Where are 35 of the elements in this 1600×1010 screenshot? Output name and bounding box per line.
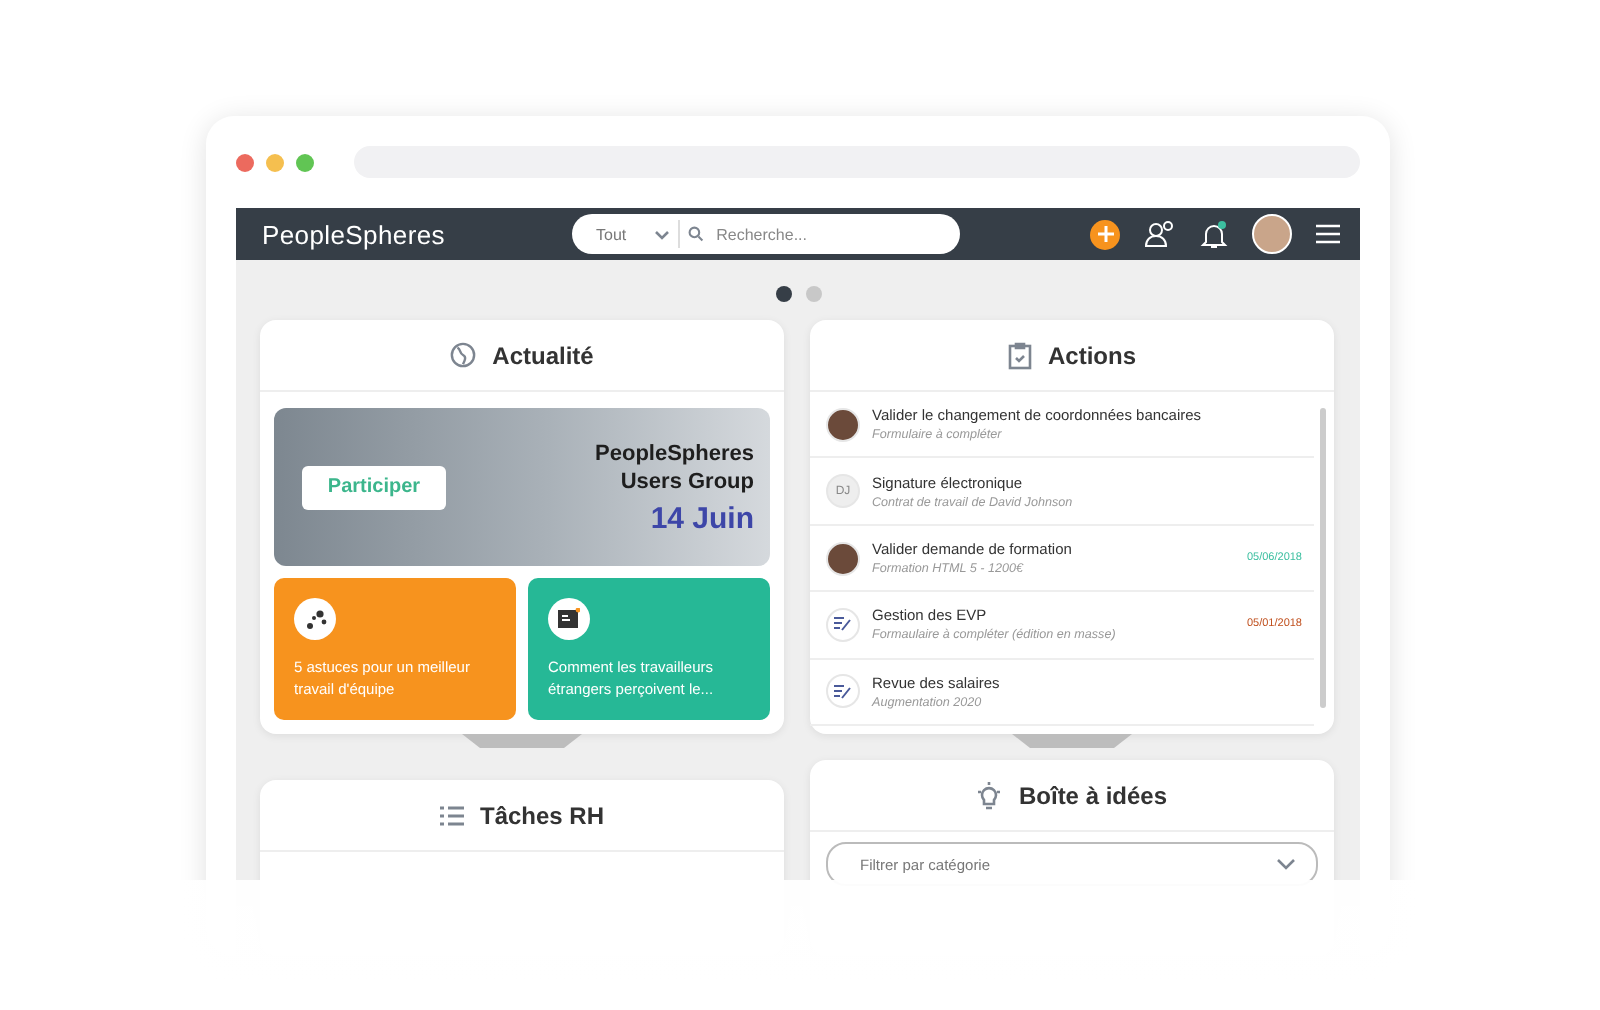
people-icon[interactable] — [1144, 220, 1176, 248]
bell-icon[interactable] — [1200, 219, 1228, 249]
scope-dropdown[interactable]: Tout — [572, 220, 681, 248]
avatar-placeholder — [826, 541, 860, 576]
chevron-down-icon — [1276, 858, 1296, 870]
lightbulb-icon — [976, 781, 1003, 809]
card-title: Tâches RH — [479, 801, 605, 829]
chevron-down-icon — [654, 229, 671, 239]
list-icon — [439, 803, 464, 827]
logo[interactable]: PeopleSpheres — [262, 219, 572, 249]
network-icon — [303, 607, 327, 631]
menu-icon[interactable] — [1316, 224, 1340, 244]
search-icon — [688, 226, 705, 242]
card-title: Actualité — [492, 341, 594, 369]
user-avatar[interactable] — [1252, 214, 1292, 254]
banner-date: 14 Juin — [650, 501, 754, 535]
card-title: Actions — [1047, 341, 1136, 369]
banner-title: PeopleSpheres Users Group — [594, 439, 754, 495]
search-field[interactable]: Tout Recherche... — [572, 214, 960, 254]
avatar-placeholder — [826, 407, 860, 442]
clipboard-icon — [1007, 341, 1032, 369]
plus-icon — [1097, 226, 1113, 242]
search-input[interactable]: Recherche... — [712, 223, 941, 245]
add-button[interactable] — [1090, 219, 1120, 249]
globe-icon — [450, 342, 477, 368]
form-icon — [826, 607, 860, 642]
carousel-dot[interactable] — [805, 286, 821, 302]
document-icon — [558, 608, 580, 630]
minimize-window-button[interactable] — [266, 153, 284, 171]
close-window-button[interactable] — [236, 153, 254, 171]
scrollbar[interactable] — [1320, 408, 1326, 708]
carousel-dot[interactable] — [775, 286, 791, 302]
card-title: Boîte à idées — [1018, 781, 1168, 809]
maximize-window-button[interactable] — [296, 153, 314, 171]
form-icon — [826, 674, 860, 709]
